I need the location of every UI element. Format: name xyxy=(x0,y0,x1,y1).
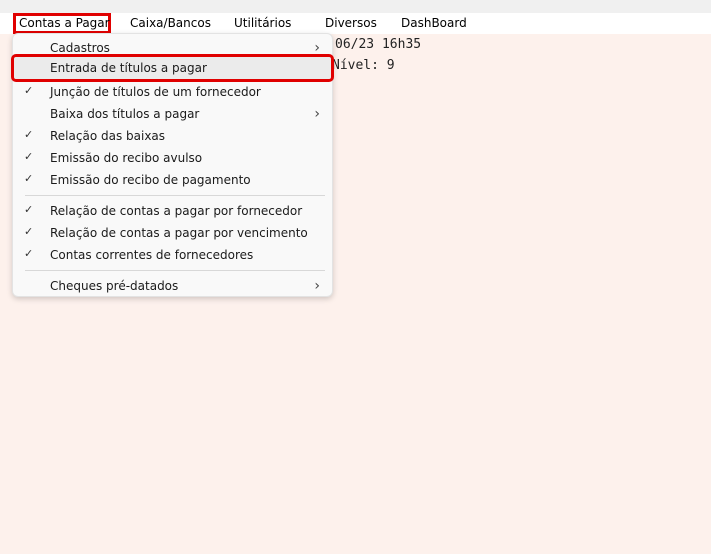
menu-separator xyxy=(25,270,325,271)
menu-item-label: Relação de contas a pagar por fornecedor xyxy=(50,204,303,218)
menu-item-cheques-pre-datados[interactable]: Cheques pré-datados › xyxy=(13,275,332,297)
menu-item-label: Cadastros xyxy=(50,41,110,55)
menu-item-label: Baixa dos títulos a pagar xyxy=(50,107,200,121)
menu-item-recibo-pagamento[interactable]: ✓ Emissão do recibo de pagamento xyxy=(13,169,332,191)
menu-bar: Contas a Pagar Caixa/Bancos Utilitários … xyxy=(0,13,711,34)
menu-utilitarios[interactable]: Utilitários xyxy=(234,13,291,34)
menu-diversos[interactable]: Diversos xyxy=(325,13,377,34)
console-level: Nível: 9 xyxy=(332,58,395,73)
checkmark-icon: ✓ xyxy=(24,84,34,97)
menu-item-label: Contas correntes de fornecedores xyxy=(50,248,254,262)
chevron-right-icon: › xyxy=(314,106,320,122)
menu-item-label: Relação das baixas xyxy=(50,129,166,143)
menu-separator xyxy=(25,195,325,196)
menu-item-label: Emissão do recibo avulso xyxy=(50,151,203,165)
menu-item-relacao-fornecedor[interactable]: ✓ Relação de contas a pagar por forneced… xyxy=(13,200,332,222)
menu-item-baixa-titulos[interactable]: Baixa dos títulos a pagar › xyxy=(13,103,332,125)
console-datetime: 06/23 16h35 xyxy=(335,37,422,52)
menu-item-label: Junção de títulos de um fornecedor xyxy=(50,85,261,99)
chevron-right-icon: › xyxy=(314,278,320,294)
contas-a-pagar-dropdown: Cadastros › Entrada de títulos a pagar ✓… xyxy=(11,33,334,297)
menu-item-label: Emissão do recibo de pagamento xyxy=(50,173,251,187)
menu-dashboard[interactable]: DashBoard xyxy=(401,13,467,34)
menu-item-relacao-baixas[interactable]: ✓ Relação das baixas xyxy=(13,125,332,147)
menu-item-juncao-titulos[interactable]: ✓ Junção de títulos de um fornecedor xyxy=(13,81,332,103)
menu-caixa-bancos[interactable]: Caixa/Bancos xyxy=(130,13,211,34)
checkmark-icon: ✓ xyxy=(24,247,34,260)
menu-item-label: Cheques pré-datados xyxy=(50,279,179,293)
chevron-right-icon: › xyxy=(314,40,320,56)
checkmark-icon: ✓ xyxy=(24,128,34,141)
checkmark-icon: ✓ xyxy=(24,203,34,216)
checkmark-icon: ✓ xyxy=(24,172,34,185)
menu-contas-a-pagar[interactable]: Contas a Pagar xyxy=(13,13,111,34)
menu-item-entrada-titulos[interactable]: Entrada de títulos a pagar xyxy=(11,54,334,82)
menu-item-label: Entrada de títulos a pagar xyxy=(50,61,207,75)
checkmark-icon: ✓ xyxy=(24,150,34,163)
menu-item-label: Relação de contas a pagar por vencimento xyxy=(50,226,308,240)
menu-item-contas-correntes[interactable]: ✓ Contas correntes de fornecedores xyxy=(13,244,332,266)
menu-item-cadastros[interactable]: Cadastros › xyxy=(13,37,332,59)
menu-item-relacao-vencimento[interactable]: ✓ Relação de contas a pagar por vencimen… xyxy=(13,222,332,244)
window-top-strip xyxy=(0,0,711,13)
checkmark-icon: ✓ xyxy=(24,225,34,238)
menu-item-recibo-avulso[interactable]: ✓ Emissão do recibo avulso xyxy=(13,147,332,169)
